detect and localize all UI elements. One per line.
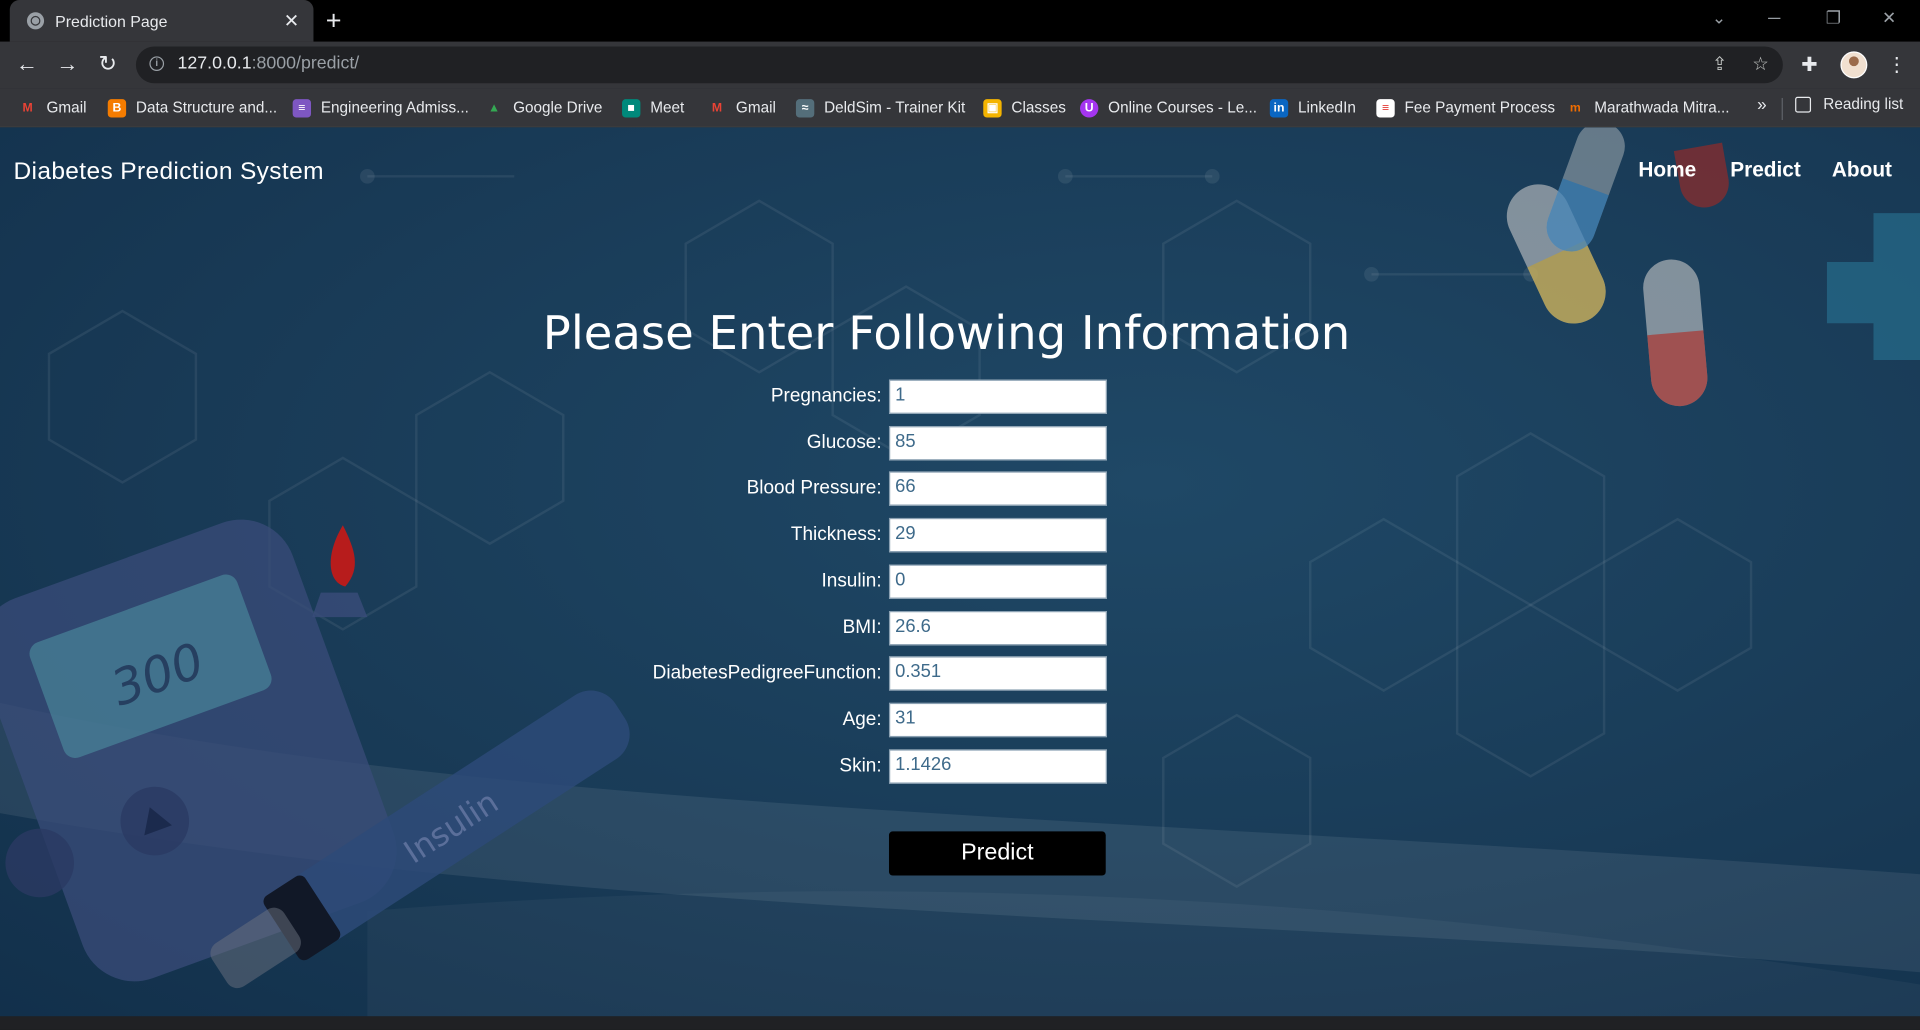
pedigree-label: DiabetesPedigreeFunction: — [652, 662, 882, 684]
tab-prediction-page[interactable]: Prediction Page ✕ — [9, 0, 314, 42]
blogger-icon: B — [107, 98, 127, 117]
linkedin-icon: in — [1269, 98, 1289, 117]
glucose-input[interactable]: 85 — [888, 426, 1107, 461]
udemy-icon: U — [1080, 98, 1099, 117]
meet-icon: ■ — [622, 98, 641, 117]
predict-button[interactable]: Predict — [888, 831, 1106, 876]
thickness-input[interactable]: 29 — [888, 517, 1107, 553]
bookmark-meet[interactable]: ■ Meet — [622, 96, 684, 120]
document-icon: ≡ — [1376, 98, 1395, 117]
bookmarks-divider — [1781, 97, 1783, 121]
new-tab-button[interactable]: + — [326, 6, 342, 35]
pregnancies-label: Pregnancies: — [770, 385, 882, 407]
bookmark-google-drive[interactable]: ▲ Google Drive — [485, 96, 602, 120]
tab-title: Prediction Page — [55, 11, 168, 31]
list-icon: ≡ — [292, 98, 312, 117]
close-window-icon[interactable]: ✕ — [1882, 7, 1896, 28]
form-row-glucose: Glucose: 85 — [0, 426, 1920, 461]
nav-about-link[interactable]: About — [1832, 158, 1892, 182]
extensions-icon[interactable]: ✚ — [1801, 53, 1817, 77]
form-row-blood-pressure: Blood Pressure: 66 — [0, 471, 1920, 506]
blood-pressure-label: Blood Pressure: — [746, 477, 882, 499]
bookmark-gmail-2[interactable]: M Gmail — [708, 96, 776, 120]
pregnancies-input[interactable]: 1 — [888, 379, 1107, 414]
thickness-label: Thickness: — [790, 524, 882, 545]
globe-icon — [26, 12, 45, 30]
browser-toolbar: ← → ↻ i 127.0.0.1:8000/predict/ ⇪ ☆ ✚ ⋮ — [0, 41, 1920, 89]
age-label: Age: — [842, 708, 882, 730]
bmi-input[interactable]: 26.6 — [888, 611, 1107, 646]
bookmark-star-icon[interactable]: ☆ — [1752, 53, 1768, 75]
more-bookmarks-icon[interactable]: » — [1757, 94, 1767, 114]
bookmark-deldsim[interactable]: ≈ DeldSim - Trainer Kit — [795, 96, 965, 120]
classroom-icon: ▣ — [983, 98, 1002, 117]
bookmark-online-courses[interactable]: U Online Courses - Le... — [1080, 96, 1257, 120]
form-heading: Please Enter Following Information — [542, 306, 1351, 361]
gmail-icon: M — [711, 101, 723, 115]
glucose-label: Glucose: — [806, 432, 882, 454]
tab-search-icon[interactable]: ⌄ — [1712, 7, 1726, 28]
form-row-bmi: BMI: 26.6 — [0, 611, 1920, 646]
address-bar[interactable]: i 127.0.0.1:8000/predict/ ⇪ ☆ — [135, 46, 1783, 84]
bookmark-engineering-admission[interactable]: ≡ Engineering Admiss... — [292, 96, 469, 120]
skin-input[interactable]: 1.1426 — [888, 749, 1107, 784]
insulin-label: Insulin: — [821, 570, 882, 592]
forward-icon[interactable]: → — [53, 51, 82, 75]
skin-label: Skin: — [839, 755, 882, 777]
bmi-label: BMI: — [842, 617, 882, 638]
browser-window: Prediction Page ✕ + ⌄ ─ ❐ ✕ ← → ↻ i 127.… — [0, 0, 1920, 1030]
url-text[interactable]: 127.0.0.1:8000/predict/ — [178, 54, 360, 74]
reading-list-icon — [1795, 96, 1812, 113]
form-row-pedigree: DiabetesPedigreeFunction: 0.351 — [0, 656, 1920, 691]
bookmark-gmail[interactable]: M Gmail — [18, 96, 86, 120]
profile-avatar[interactable] — [1840, 51, 1868, 79]
tab-strip: Prediction Page ✕ + ⌄ ─ ❐ ✕ — [0, 0, 1920, 42]
form-row-insulin: Insulin: 0 — [0, 564, 1920, 599]
nav-predict-link[interactable]: Predict — [1730, 158, 1801, 182]
bookmark-data-structure[interactable]: B Data Structure and... — [107, 96, 277, 120]
bookmark-fee-payment[interactable]: ≡ Fee Payment Process — [1376, 96, 1555, 120]
bookmark-linkedin[interactable]: in LinkedIn — [1269, 96, 1356, 120]
drive-icon: ▲ — [488, 101, 501, 115]
share-icon[interactable]: ⇪ — [1712, 53, 1727, 75]
site-info-icon[interactable]: i — [149, 56, 165, 72]
bookmarks-bar: M Gmail B Data Structure and... ≡ Engineeri… — [0, 88, 1920, 128]
form-row-pregnancies: Pregnancies: 1 — [0, 379, 1920, 414]
bookmark-marathwada-mitra[interactable]: m Marathwada Mitra... — [1566, 96, 1730, 120]
reload-icon[interactable]: ↻ — [93, 51, 122, 75]
blood-pressure-input[interactable]: 66 — [888, 471, 1107, 506]
browser-menu-icon[interactable]: ⋮ — [1887, 53, 1907, 77]
form-row-age: Age: 31 — [0, 702, 1920, 738]
window-bottom-edge — [0, 1016, 1920, 1030]
nav-home-link[interactable]: Home — [1638, 158, 1696, 182]
insulin-input[interactable]: 0 — [888, 564, 1107, 599]
gmail-icon: M — [22, 101, 33, 115]
minimize-icon[interactable]: ─ — [1768, 7, 1780, 27]
site-brand[interactable]: Diabetes Prediction System — [13, 158, 323, 186]
form-row-skin: Skin: 1.1426 — [0, 749, 1920, 784]
pedigree-input[interactable]: 0.351 — [888, 656, 1107, 691]
bookmark-classes[interactable]: ▣ Classes — [983, 96, 1066, 120]
form-row-thickness: Thickness: 29 — [0, 517, 1920, 553]
restore-icon[interactable]: ❐ — [1826, 7, 1841, 28]
back-icon[interactable]: ← — [12, 51, 41, 75]
reading-list-button[interactable]: Reading list — [1795, 96, 1903, 113]
web-page: 300 Insulin Diabetes Prediction System H… — [0, 127, 1920, 1017]
mm-icon: m — [1569, 101, 1581, 115]
close-tab-icon[interactable]: ✕ — [279, 10, 303, 32]
deldsim-icon: ≈ — [795, 98, 815, 117]
age-input[interactable]: 31 — [888, 702, 1107, 738]
